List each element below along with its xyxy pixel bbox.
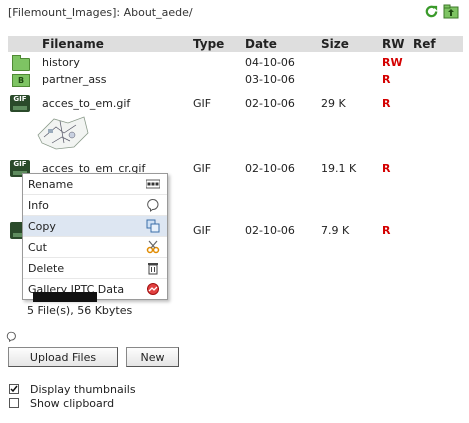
- menu-item-cut[interactable]: Cut: [23, 237, 167, 258]
- folder-name[interactable]: history: [42, 56, 80, 69]
- display-thumbnails-checkbox[interactable]: [9, 384, 19, 394]
- show-clipboard-label[interactable]: Show clipboard: [30, 397, 114, 410]
- current-path: [Filemount_Images]: About_aede/: [8, 6, 193, 19]
- context-menu: Rename Info Copy Cut Delete Gallery IPTC…: [22, 173, 168, 300]
- menu-item-label: Info: [28, 199, 49, 212]
- folder-icon: [12, 55, 30, 71]
- rename-icon: [146, 179, 160, 189]
- show-clipboard-checkbox[interactable]: [9, 398, 19, 408]
- redacted-block: [33, 292, 97, 302]
- menu-item-delete[interactable]: Delete: [23, 258, 167, 279]
- menu-item-label: Delete: [28, 262, 65, 275]
- column-ref: Ref: [413, 37, 436, 51]
- file-summary: 5 File(s), 56 Kbytes: [27, 304, 133, 317]
- toolbar-icons: [424, 4, 459, 19]
- folder-icon: B: [12, 74, 30, 87]
- display-thumbnails-label[interactable]: Display thumbnails: [30, 383, 136, 396]
- gallery-icon: [147, 283, 159, 295]
- menu-item-label: Cut: [28, 241, 47, 254]
- file-rw: R: [382, 162, 391, 175]
- folder-rw: R: [382, 73, 391, 86]
- folder-date: 03-10-06: [245, 73, 295, 86]
- file-date: 02-10-06: [245, 224, 295, 237]
- column-type[interactable]: Type: [193, 37, 224, 51]
- file-name[interactable]: acces_to_em.gif: [42, 97, 130, 110]
- copy-icon: [146, 219, 160, 233]
- menu-item-label: Rename: [28, 178, 74, 191]
- checkmark-icon: [10, 385, 18, 393]
- file-size: 29 K: [321, 97, 346, 110]
- help-icon[interactable]: [6, 331, 17, 342]
- new-button[interactable]: New: [126, 347, 179, 367]
- file-rw: R: [382, 97, 391, 110]
- file-listing: Filename Type Date Size RW Ref history 0…: [8, 36, 463, 239]
- folder-date: 04-10-06: [245, 56, 295, 69]
- menu-item-info[interactable]: Info: [23, 195, 167, 216]
- file-date: 02-10-06: [245, 162, 295, 175]
- trash-icon: [148, 263, 158, 275]
- file-type: GIF: [193, 97, 212, 110]
- upload-files-button[interactable]: Upload Files: [8, 347, 118, 367]
- column-header-row: Filename Type Date Size RW Ref: [8, 36, 463, 52]
- folder-row[interactable]: B partner_ass 03-10-06 R: [8, 73, 463, 87]
- file-thumbnail[interactable]: [34, 113, 92, 153]
- column-rw: RW: [382, 37, 405, 51]
- folder-up-icon[interactable]: [443, 4, 459, 19]
- folder-name[interactable]: partner_ass: [42, 73, 107, 86]
- refresh-icon[interactable]: [424, 4, 439, 19]
- file-type: GIF: [193, 162, 212, 175]
- file-date: 02-10-06: [245, 97, 295, 110]
- scissors-icon: [146, 240, 160, 254]
- file-rw: R: [382, 224, 391, 237]
- file-size: 7.9 K: [321, 224, 350, 237]
- menu-item-label: Copy: [28, 220, 56, 233]
- column-date[interactable]: Date: [245, 37, 277, 51]
- column-size[interactable]: Size: [321, 37, 349, 51]
- column-filename[interactable]: Filename: [42, 37, 104, 51]
- folder-row[interactable]: history 04-10-06 RW: [8, 55, 463, 71]
- folder-rw: RW: [382, 56, 403, 69]
- file-size: 19.1 K: [321, 162, 357, 175]
- gif-file-icon: GIF: [10, 95, 30, 112]
- info-icon: [147, 199, 159, 212]
- menu-item-rename[interactable]: Rename: [23, 174, 167, 195]
- file-type: GIF: [193, 224, 212, 237]
- menu-item-copy[interactable]: Copy: [23, 216, 167, 237]
